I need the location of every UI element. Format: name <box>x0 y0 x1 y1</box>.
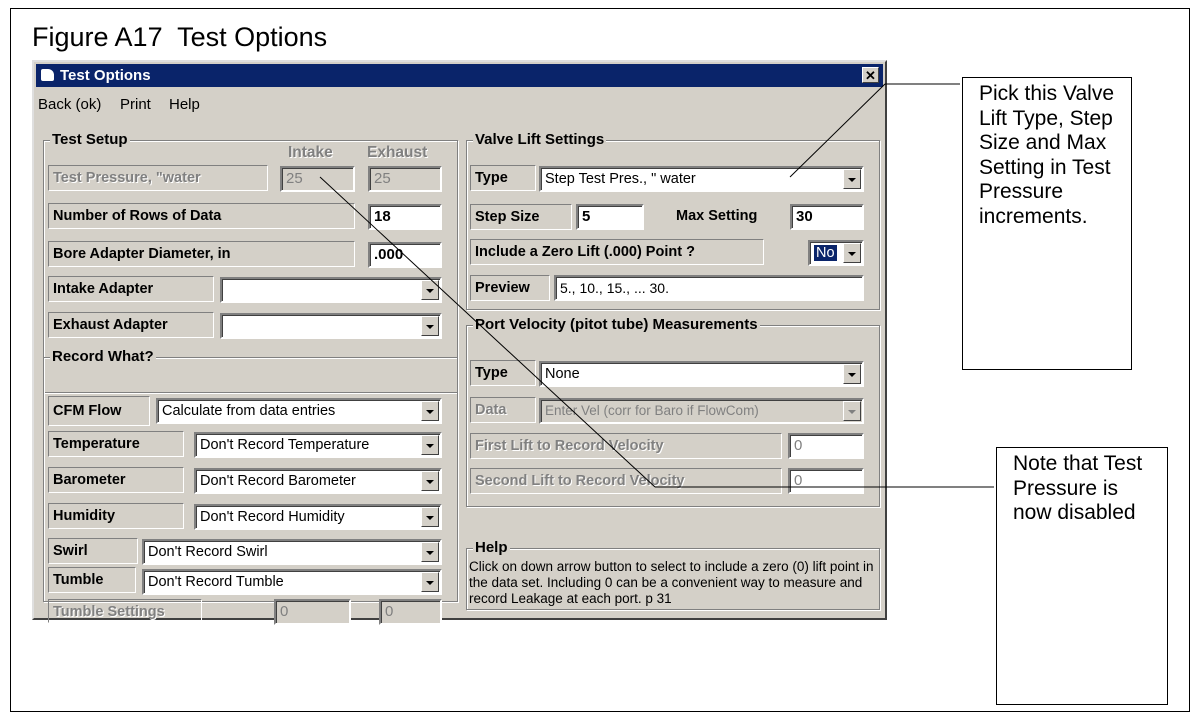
leader-line-top-diagonal <box>789 83 886 178</box>
leader-line-bottom-diagonal <box>319 176 656 488</box>
leader-lines <box>319 83 994 488</box>
